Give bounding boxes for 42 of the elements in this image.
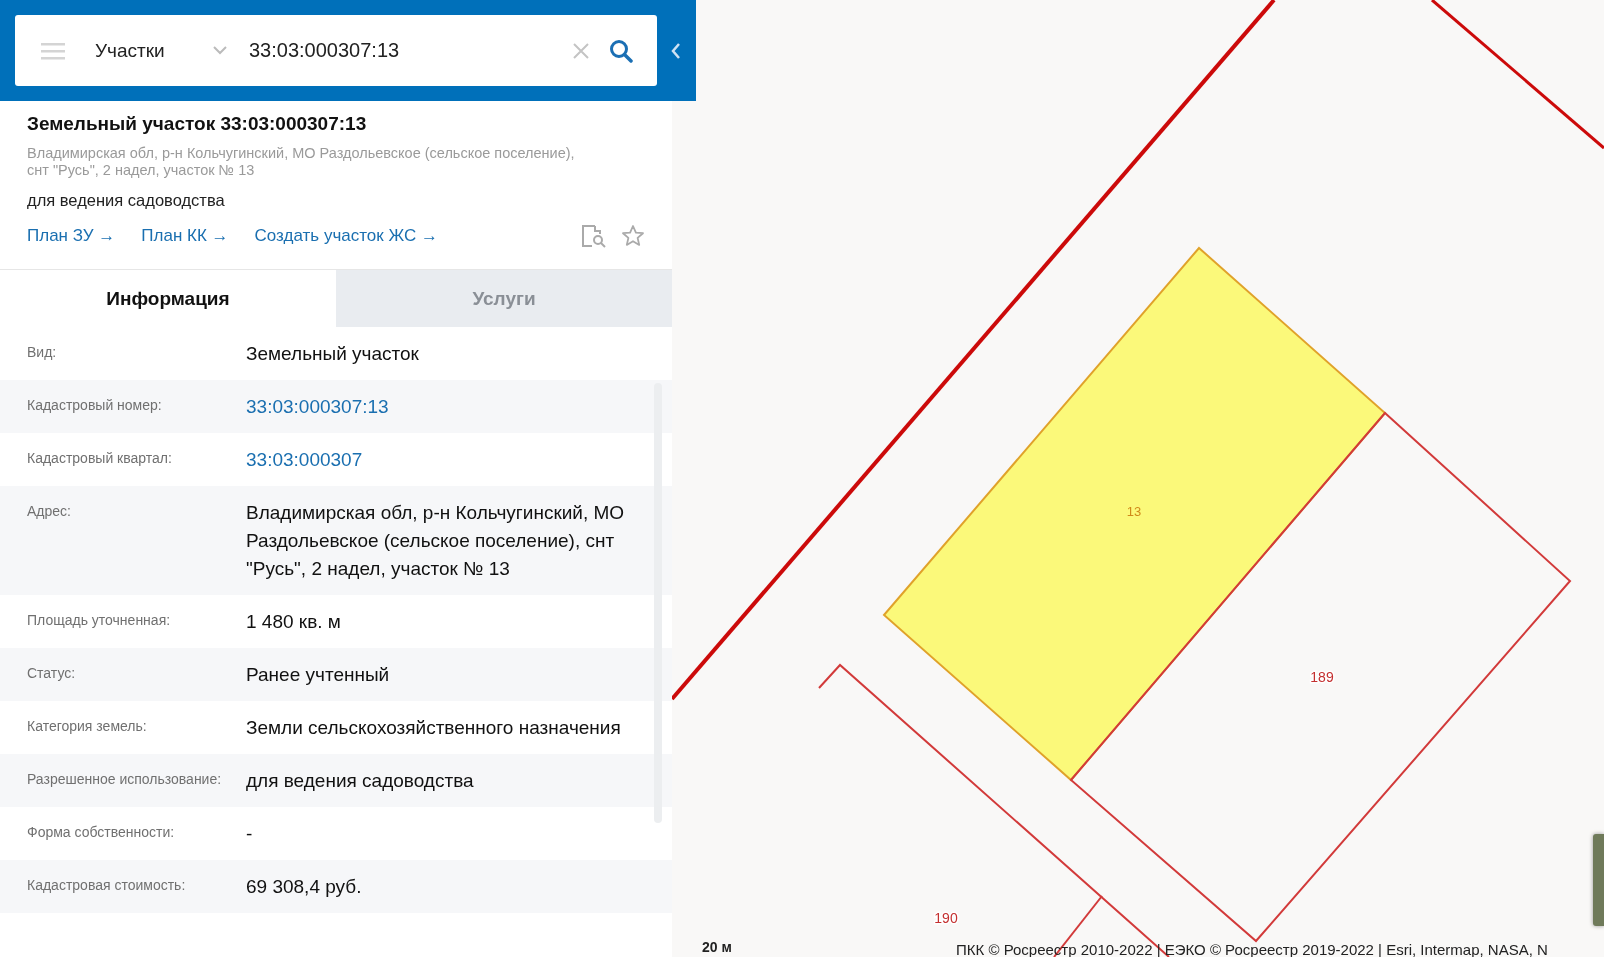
parcel-purpose: для ведения садоводства: [27, 191, 226, 210]
value-link[interactable]: 33:03:000307: [246, 446, 646, 474]
field-label: Разрешенное использование:: [27, 770, 223, 789]
field-label: Статус:: [27, 664, 77, 683]
document-search-icon[interactable]: [581, 224, 607, 248]
map-scale: 20 м: [702, 939, 732, 955]
chevron-down-icon[interactable]: [213, 46, 227, 55]
field-value: -: [246, 822, 254, 846]
field-value: 1 480 кв. м: [246, 610, 342, 634]
field-label: Форма собственности:: [27, 823, 176, 842]
link[interactable]: План ЗУ →: [27, 226, 116, 246]
chevron-left-icon[interactable]: [671, 42, 681, 59]
link[interactable]: План КК →: [141, 226, 229, 246]
field-value: для ведения садоводства: [246, 769, 475, 793]
tab[interactable]: Услуги: [336, 270, 672, 327]
field-label: Адрес:: [27, 502, 72, 521]
field-value: Ранее учтенный: [246, 663, 391, 687]
parcel-number: 13: [1126, 504, 1142, 520]
field-label: Площадь уточненная:: [27, 611, 172, 630]
parcel-number: 189: [1310, 668, 1334, 685]
search-icon[interactable]: [609, 38, 633, 63]
field-value: Земельный участок: [246, 342, 420, 366]
close-icon[interactable]: [573, 42, 589, 59]
value-link[interactable]: 33:03:000307:13: [246, 393, 646, 421]
field-value: 69 308,4 руб.: [246, 875, 363, 899]
field-label: Категория земель:: [27, 717, 148, 736]
parcel-number: 190: [934, 909, 958, 926]
parcel-polygon[interactable]: [1069, 411, 1572, 943]
field-label: Кадастровая стоимость:: [27, 876, 187, 895]
field-label: Кадастровый квартал:: [27, 449, 173, 468]
parcel-title: Земельный участок 33:03:000307:13: [27, 113, 368, 135]
field-value: Владимирская обл, р-н Кольчугинский, МО Раздольевское (сельское поселение), снт "Русь", 2 надел, участок № 13: [246, 501, 626, 581]
field-label: Вид:: [27, 343, 58, 362]
category-dropdown[interactable]: Участки: [95, 39, 213, 62]
field-label: Кадастровый номер:: [27, 396, 163, 415]
parcel-polygon[interactable]: [882, 246, 1387, 782]
menu-icon[interactable]: [41, 41, 65, 60]
field-value: Земли сельскохозяйственного назначения: [246, 716, 622, 740]
star-icon[interactable]: [621, 224, 645, 248]
link[interactable]: Создать участок ЖС →: [254, 226, 438, 246]
parcel-address: Владимирская обл, р-н Кольчугинский, МО Раздольевское (сельское поселение), снт "Русь", 2 надел, участок № 13: [27, 145, 576, 179]
basemap-thumbnail[interactable]: [1593, 834, 1604, 926]
